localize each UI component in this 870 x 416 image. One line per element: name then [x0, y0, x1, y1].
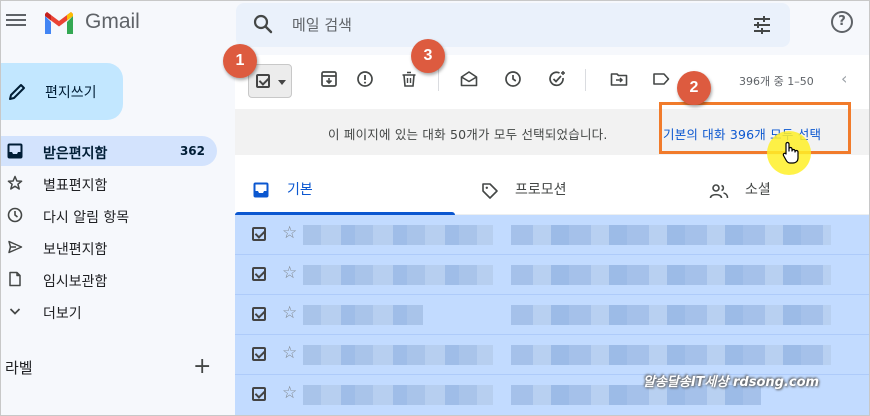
tag-icon — [482, 183, 498, 199]
send-icon — [8, 240, 23, 254]
highlight-box — [659, 102, 851, 154]
move-to-icon[interactable] — [609, 69, 629, 89]
blurred-sender — [303, 345, 493, 365]
sidebar-item-more[interactable]: 더보기 — [1, 296, 217, 326]
pencil-icon — [9, 84, 25, 100]
sidebar-item-inbox[interactable]: 받은편지함 362 — [1, 136, 217, 166]
toolbar-divider — [585, 69, 586, 91]
main-menu-icon[interactable] — [5, 11, 27, 33]
category-tabs: 기본 프로모션 소셜 — [235, 165, 869, 215]
gmail-logo-icon — [45, 12, 73, 34]
draft-icon — [9, 271, 21, 287]
mark-read-icon[interactable] — [459, 69, 479, 89]
row-checkbox[interactable] — [252, 387, 266, 401]
sidebar-item-label: 받은편지함 — [43, 146, 108, 162]
star-icon[interactable]: ☆ — [282, 383, 297, 403]
blurred-subject — [511, 225, 831, 245]
search-options-icon[interactable] — [752, 15, 772, 35]
add-task-icon[interactable] — [547, 69, 567, 89]
sidebar-item-snoozed[interactable]: 다시 알림 항목 — [1, 200, 217, 230]
tab-label: 프로모션 — [515, 182, 567, 198]
row-checkbox[interactable] — [252, 347, 266, 361]
star-icon — [7, 175, 23, 190]
blurred-sender — [303, 305, 423, 325]
add-label-icon[interactable]: + — [193, 354, 211, 379]
tab-primary[interactable]: 기본 — [235, 165, 455, 215]
checkbox-checked-icon — [256, 74, 270, 88]
sidebar-item-label: 보낸편지함 — [43, 242, 108, 258]
labels-heading: 라벨 — [5, 359, 33, 377]
clock-icon — [7, 207, 23, 223]
label-icon[interactable] — [651, 69, 671, 89]
compose-label: 편지쓰기 — [45, 85, 97, 101]
sidebar-item-starred[interactable]: 별표편지함 — [1, 168, 217, 198]
snooze-icon[interactable] — [503, 69, 523, 89]
table-row[interactable]: ☆ — [235, 255, 869, 295]
step-badge: 3 — [411, 39, 445, 73]
star-icon[interactable]: ☆ — [282, 303, 297, 323]
step-badge: 1 — [223, 44, 257, 78]
blurred-subject — [511, 265, 831, 285]
blurred-subject — [511, 345, 831, 365]
sidebar-item-label: 다시 알림 항목 — [43, 210, 130, 226]
tab-label: 기본 — [287, 182, 313, 198]
row-checkbox[interactable] — [252, 227, 266, 241]
sidebar-item-label: 더보기 — [43, 306, 82, 322]
blurred-subject — [511, 305, 831, 325]
report-spam-icon[interactable] — [355, 69, 375, 89]
people-icon — [709, 184, 729, 199]
chevron-down-icon — [9, 308, 21, 315]
archive-icon[interactable] — [319, 69, 339, 89]
mail-panel: 396개 중 1–50 ‹ 이 페이지에 있는 대화 50개가 모두 선택되었습… — [235, 55, 869, 415]
toolbar-divider — [438, 69, 439, 91]
hand-cursor-icon — [782, 141, 799, 164]
help-icon[interactable]: ? — [831, 11, 853, 33]
star-icon[interactable]: ☆ — [282, 343, 297, 363]
sidebar-item-label: 별표편지함 — [43, 178, 108, 194]
tab-label: 소셜 — [745, 182, 771, 198]
blurred-sender — [303, 385, 493, 405]
delete-icon[interactable] — [399, 69, 419, 89]
star-icon[interactable]: ☆ — [282, 263, 297, 283]
row-checkbox[interactable] — [252, 267, 266, 281]
mail-toolbar: 396개 중 1–50 ‹ — [235, 55, 869, 105]
table-row[interactable]: ☆ — [235, 215, 869, 255]
sidebar-item-drafts[interactable]: 임시보관함 — [1, 264, 217, 294]
caret-down-icon[interactable] — [278, 80, 286, 85]
chevron-left-icon[interactable]: ‹ — [841, 69, 847, 88]
gmail-window: Gmail ? 편지쓰기 받은편지함 362 — [0, 0, 870, 416]
blurred-sender — [303, 225, 493, 245]
tab-promotions[interactable]: 프로모션 — [465, 165, 685, 215]
sidebar-item-label: 임시보관함 — [43, 274, 108, 290]
selection-message: 이 페이지에 있는 대화 50개가 모두 선택되었습니다. — [328, 127, 608, 142]
star-icon[interactable]: ☆ — [282, 223, 297, 243]
step-badge: 2 — [677, 71, 711, 105]
row-checkbox[interactable] — [252, 307, 266, 321]
inbox-icon — [253, 182, 269, 198]
pagination-text: 396개 중 1–50 — [739, 75, 814, 88]
search-icon[interactable] — [252, 13, 274, 35]
sidebar-item-sent[interactable]: 보낸편지함 — [1, 232, 217, 262]
table-row[interactable]: ☆ — [235, 295, 869, 335]
search-input[interactable] — [292, 11, 692, 39]
inbox-icon — [7, 143, 23, 159]
compose-button[interactable]: 편지쓰기 — [1, 63, 123, 120]
watermark: 알송달송IT세상 rdsong.com — [643, 375, 820, 390]
search-bar — [236, 3, 790, 47]
blurred-sender — [303, 265, 493, 285]
unread-count: 362 — [179, 144, 205, 158]
app-name: Gmail — [85, 10, 140, 33]
table-row[interactable]: ☆ — [235, 335, 869, 375]
